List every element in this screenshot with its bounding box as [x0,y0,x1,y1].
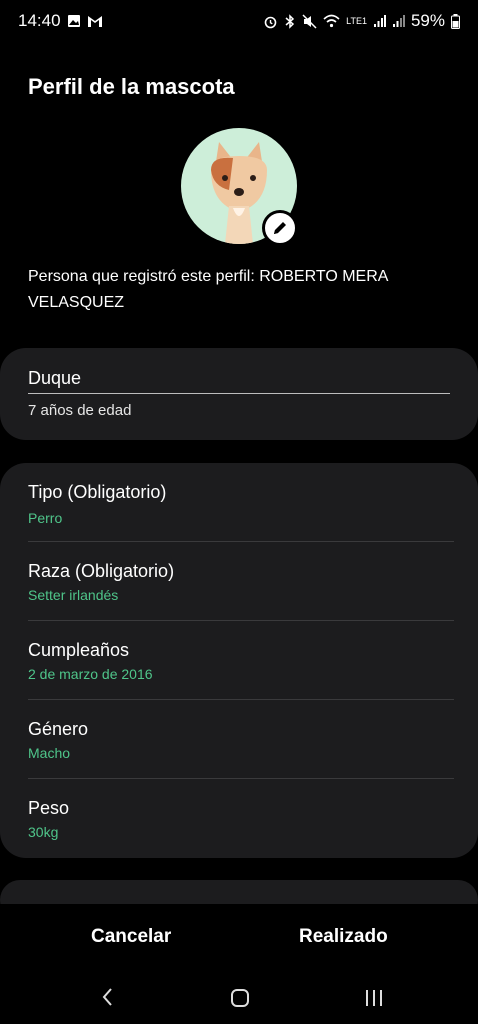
back-icon[interactable] [100,987,116,1007]
field-label: Tipo (Obligatorio) [28,482,167,502]
network-label: LTE1 [346,16,367,26]
pet-age: 7 años de edad [28,402,132,419]
signal-icon [373,15,386,27]
alarm-icon [264,16,277,28]
cancel-button[interactable]: Cancelar [91,926,171,948]
field-weight[interactable]: Peso 30kg [28,794,454,872]
registrant-text: Persona que registró este perfil: ROBERT… [28,268,388,311]
field-breed[interactable]: Raza (Obligatorio) Setter irlandés [28,557,454,635]
field-type[interactable]: Tipo (Obligatorio) Perro [28,478,454,556]
gmail-icon [87,16,102,27]
divider [28,541,454,542]
field-value: Perro [28,510,63,526]
divider [28,778,454,779]
divider [28,620,454,621]
field-birthday[interactable]: Cumpleaños 2 de marzo de 2016 [28,636,454,714]
field-label: Cumpleaños [28,640,130,660]
field-label: Raza (Obligatorio) [28,561,175,581]
bottom-action-bar: Cancelar Realizado [0,904,478,972]
mute-icon [302,13,317,29]
home-icon[interactable] [230,988,250,1008]
signal-icon-2 [392,15,405,27]
battery-percent: 59% [410,11,445,30]
field-value: 2 de marzo de 2016 [28,666,153,682]
pencil-icon [274,222,286,234]
pet-name-input[interactable]: Duque [28,368,450,394]
edit-photo-button[interactable] [262,210,298,246]
page-title: Perfil de la mascota [28,74,235,99]
field-label: Peso [28,798,70,818]
clock: 14:40 [18,11,61,30]
wifi-icon [323,14,340,28]
divider [28,699,454,700]
gallery-icon [67,15,80,27]
field-gender[interactable]: Género Macho [28,715,454,793]
system-nav-bar [0,972,478,1024]
field-value: Macho [28,745,71,761]
pet-name-card [0,348,478,440]
field-value: Setter irlandés [28,587,119,603]
field-label: Género [28,719,89,739]
recents-icon[interactable] [364,988,384,1008]
field-value: 30kg [28,824,59,840]
bluetooth-icon [285,13,295,29]
done-button[interactable]: Realizado [299,926,388,948]
status-bar: 14:40 LTE1 59% [0,0,478,42]
battery-icon [451,13,460,29]
